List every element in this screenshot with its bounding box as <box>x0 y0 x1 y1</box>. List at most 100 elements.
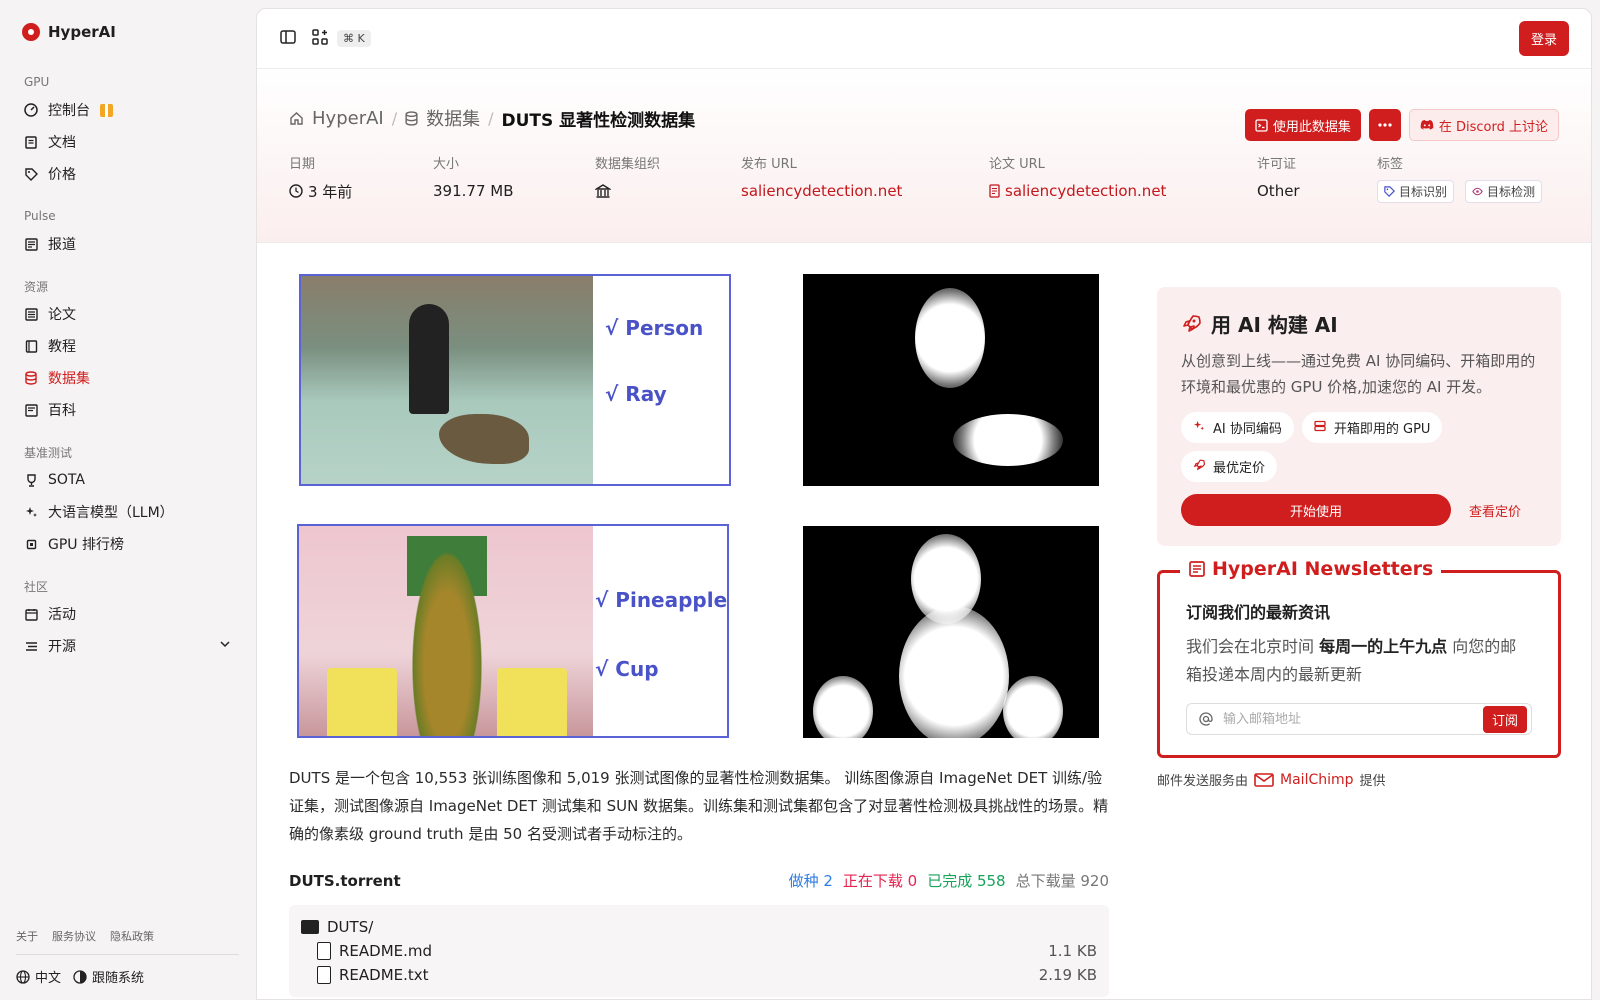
privacy-link[interactable]: 隐私政策 <box>110 928 154 944</box>
view-pricing-link[interactable]: 查看定价 <box>1469 501 1521 520</box>
publish-url-link[interactable]: saliencydetection.net <box>741 182 902 200</box>
sidebar-item-sota[interactable]: SOTA <box>16 464 239 496</box>
tag-icon <box>24 167 38 181</box>
newsletter-heading: 订阅我们的最新资讯 <box>1186 603 1331 622</box>
sidebar-item-events[interactable]: 活动 <box>16 598 239 630</box>
meta-label: 许可证 <box>1257 157 1297 172</box>
chip-pricing[interactable]: 最优定价 <box>1181 451 1278 482</box>
sidebar-item-label: 报道 <box>48 237 76 253</box>
torrent-stats: 做种 2 正在下载 0 已完成 558 总下载量 920 <box>789 870 1109 891</box>
terminal-icon <box>1255 118 1268 132</box>
sidebar-item-datasets[interactable]: 数据集 <box>16 362 239 394</box>
discord-icon <box>1420 120 1434 130</box>
theme-switch[interactable]: 跟随系统 <box>73 967 144 986</box>
discord-label: 在 Discord 上讨论 <box>1438 119 1548 135</box>
file-icon <box>317 966 331 984</box>
sidebar-item-gpu-leaderboard[interactable]: GPU 排行榜 <box>16 528 239 560</box>
command-shortcut[interactable]: ⌘ K <box>337 30 371 47</box>
file-name: README.md <box>339 942 433 960</box>
sidebar-item-console[interactable]: 控制台 <box>16 94 239 126</box>
meta-paper-url: 论文 URL saliencydetection.net <box>989 153 1257 202</box>
chip-label: 开箱即用的 GPU <box>1333 422 1431 437</box>
tag-label: 目标检测 <box>1487 184 1536 199</box>
newsletter-title-text: HyperAI Newsletters <box>1212 558 1434 580</box>
tag-object-recognition[interactable]: 目标识别 <box>1377 179 1455 203</box>
newsletter-text: 我们会在北京时间 每周一的上午九点 向您的邮箱投递本周内的最新更新 <box>1186 633 1532 689</box>
dataset-header: HyperAI / 数据集 / DUTS 显著性检测数据集 使用此数据集 在 D… <box>257 69 1591 243</box>
more-options-button[interactable] <box>1368 109 1401 141</box>
right-sidebar: 用 AI 构建 AI 从创意到上线——通过免费 AI 协同编码、开箱即用的环境和… <box>1157 287 1561 789</box>
sidebar-toggle-icon[interactable] <box>279 28 297 50</box>
chip-label: 最优定价 <box>1213 461 1266 476</box>
tag-object-detection[interactable]: 目标检测 <box>1465 179 1543 203</box>
login-button[interactable]: 登录 <box>1518 21 1569 56</box>
start-button[interactable]: 开始使用 <box>1181 494 1451 526</box>
file-row[interactable]: DUTS/ <box>301 915 1097 939</box>
meta-license: 许可证 Other <box>1257 153 1377 202</box>
sidebar-item-open-source[interactable]: 开源 <box>16 630 239 662</box>
torrent-name[interactable]: DUTS.torrent <box>289 872 401 890</box>
file-icon <box>317 942 331 960</box>
breadcrumb-home[interactable]: HyperAI <box>312 108 384 129</box>
size-value: 391.77 MB <box>433 182 514 200</box>
chip-gpu[interactable]: 开箱即用的 GPU <box>1301 412 1443 443</box>
gift-icon <box>100 103 113 117</box>
chevron-down-icon[interactable] <box>219 638 231 654</box>
sidebar-item-tutorials[interactable]: 教程 <box>16 330 239 362</box>
gauge-icon <box>24 103 38 117</box>
sidebar-item-reports[interactable]: 报道 <box>16 228 239 260</box>
apps-icon[interactable] <box>311 28 329 50</box>
meta-label: 标签 <box>1377 157 1404 172</box>
sidebar-item-wiki[interactable]: 百科 <box>16 394 239 426</box>
meta-label: 发布 URL <box>741 157 797 172</box>
sidebar-item-papers[interactable]: 论文 <box>16 298 239 330</box>
meta-label: 大小 <box>433 157 460 172</box>
meta-label: 日期 <box>289 157 316 172</box>
meta-size: 大小 391.77 MB <box>433 153 595 202</box>
folder-icon <box>301 920 319 934</box>
paper-url-link[interactable]: saliencydetection.net <box>1005 182 1166 200</box>
sidebar-item-docs[interactable]: 文档 <box>16 126 239 158</box>
file-row[interactable]: README.md 1.1 KB <box>301 939 1097 963</box>
mailchimp-link[interactable]: MailChimp <box>1254 772 1354 788</box>
subscribe-button[interactable]: 订阅 <box>1482 705 1527 733</box>
server-icon <box>1314 420 1326 436</box>
brand[interactable]: HyperAI <box>16 0 239 64</box>
paper-icon <box>24 307 38 321</box>
file-size: 2.19 KB <box>1038 966 1097 984</box>
sidebar-footer: 关于 服务协议 隐私政策 中文 跟随系统 <box>16 928 239 986</box>
nav-section-resources: 资源 <box>24 279 49 294</box>
meta-tags: 标签 目标识别 目标检测 <box>1377 153 1548 203</box>
theme-label: 跟随系统 <box>92 971 145 986</box>
meta-organization: 数据集组织 <box>595 153 741 202</box>
file-tree: DUTS/ README.md 1.1 KB README.txt 2.19 K… <box>289 905 1109 997</box>
globe-icon <box>16 969 30 984</box>
use-dataset-label: 使用此数据集 <box>1272 119 1351 135</box>
provider-name: MailChimp <box>1280 771 1354 788</box>
sidebar-item-label: 大语言模型（LLM） <box>48 505 174 521</box>
terms-link[interactable]: 服务协议 <box>52 928 96 944</box>
language-switch[interactable]: 中文 <box>16 967 61 986</box>
discord-discuss-button[interactable]: 在 Discord 上讨论 <box>1408 109 1559 141</box>
rocket-icon <box>1183 314 1201 332</box>
home-icon <box>290 111 303 125</box>
sidebar-item-label: 活动 <box>48 607 76 623</box>
chip-ai-coding[interactable]: AI 协同编码 <box>1181 412 1294 443</box>
database-icon <box>405 110 418 126</box>
sidebar-item-llm[interactable]: 大语言模型（LLM） <box>16 496 239 528</box>
sidebar-item-pricing[interactable]: 价格 <box>16 158 239 190</box>
sparkle-icon <box>24 505 38 519</box>
nav-section-pulse: Pulse <box>24 209 56 223</box>
torrent-header: DUTS.torrent 做种 2 正在下载 0 已完成 558 总下载量 92… <box>289 870 1109 891</box>
breadcrumb-datasets[interactable]: 数据集 <box>426 105 480 131</box>
at-sign-icon <box>1199 712 1213 726</box>
file-row[interactable]: README.txt 2.19 KB <box>301 963 1097 987</box>
email-input[interactable] <box>1223 711 1473 727</box>
use-dataset-button[interactable]: 使用此数据集 <box>1244 109 1361 141</box>
completed-count: 已完成 558 <box>927 872 1006 890</box>
dataset-meta: 日期 3 年前 大小 391.77 MB 数据集组织 发布 URL salien… <box>289 153 1559 203</box>
promo-text: 从创意到上线——通过免费 AI 协同编码、开箱即用的环境和最优惠的 GPU 价格… <box>1181 352 1536 396</box>
sidebar-item-label: 百科 <box>48 403 76 419</box>
breadcrumb-separator: / <box>391 108 398 128</box>
about-link[interactable]: 关于 <box>16 928 38 944</box>
